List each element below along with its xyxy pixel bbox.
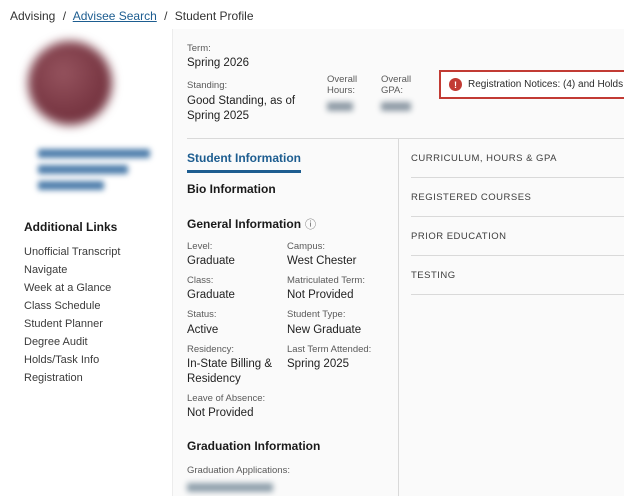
sidebar-link-registration[interactable]: Registration	[24, 373, 172, 384]
breadcrumb-advisee-search-link[interactable]: Advisee Search	[73, 9, 157, 23]
sidebar-link-student-planner[interactable]: Student Planner	[24, 319, 172, 330]
field-class: Class: Graduate	[187, 275, 287, 303]
field-student-type: Student Type: New Graduate	[287, 309, 398, 337]
sidebar-link-class-schedule[interactable]: Class Schedule	[24, 301, 172, 312]
accordion-testing[interactable]: TESTING	[411, 256, 624, 295]
accordion-label: PRIOR EDUCATION	[411, 230, 507, 242]
bio-information-heading: Bio Information	[187, 181, 276, 196]
field-label: Leave of Absence:	[187, 392, 266, 404]
main-panel: Term: Spring 2026 Standing: Good Standin…	[172, 29, 624, 496]
breadcrumb-student-profile: Student Profile	[174, 9, 254, 23]
field-campus: Campus: West Chester	[287, 241, 398, 269]
accordion-curriculum-hours-gpa[interactable]: CURRICULUM, HOURS & GPA	[411, 139, 624, 178]
breadcrumb-separator: /	[164, 9, 168, 23]
field-leave-of-absence: Leave of Absence: Not Provided	[187, 393, 287, 421]
field-residency: Residency: In-State Billing & Residency	[187, 344, 287, 387]
sidebar: Additional Links Unofficial Transcript N…	[0, 29, 172, 496]
overall-hours-block: Overall Hours:	[327, 74, 381, 124]
field-value: New Graduate	[287, 323, 362, 336]
field-value: Graduate	[187, 254, 235, 267]
overall-hours-label: Overall Hours:	[327, 74, 358, 97]
sidebar-link-degree-audit[interactable]: Degree Audit	[24, 337, 172, 348]
field-label: Last Term Attended:	[287, 343, 372, 355]
field-label: Level:	[187, 240, 213, 252]
field-label: Matriculated Term:	[287, 274, 365, 286]
general-information-heading: General Information ⓘ	[187, 216, 317, 232]
field-matriculated-term: Matriculated Term: Not Provided	[287, 275, 398, 303]
general-information-fields: Level: Graduate Campus: West Chester Cla…	[187, 241, 398, 428]
redacted-name-line	[38, 181, 104, 190]
field-status: Status: Active	[187, 309, 287, 337]
info-icon[interactable]: ⓘ	[305, 216, 316, 232]
redacted-overall-gpa-value	[381, 101, 411, 111]
breadcrumb-separator: /	[62, 9, 67, 23]
additional-links-title: Additional Links	[24, 220, 118, 234]
sidebar-link-unofficial-transcript[interactable]: Unofficial Transcript	[24, 247, 172, 258]
breadcrumb: Advising / Advisee Search / Student Prof…	[0, 0, 624, 29]
field-value: Not Provided	[187, 407, 254, 420]
sidebar-link-holds-task-info[interactable]: Holds/Task Info	[24, 355, 172, 366]
summary-header: Term: Spring 2026 Standing: Good Standin…	[187, 29, 624, 139]
term-label: Term:	[187, 43, 211, 54]
field-value: Not Provided	[287, 289, 354, 302]
sidebar-link-week-at-a-glance[interactable]: Week at a Glance	[24, 283, 172, 294]
redacted-name-line	[38, 149, 150, 158]
redacted-overall-hours-value	[327, 101, 353, 111]
student-profile-page: Advising / Advisee Search / Student Prof…	[0, 0, 624, 496]
field-label: Campus:	[287, 240, 326, 252]
term-value: Spring 2026	[187, 57, 250, 70]
overall-gpa-label: Overall GPA:	[381, 74, 412, 97]
graduation-applications-label: Graduation Applications:	[187, 465, 290, 477]
field-level: Level: Graduate	[187, 241, 287, 269]
field-value: Spring 2025	[287, 357, 350, 370]
redacted-student-name	[38, 149, 172, 190]
accordion-registered-courses[interactable]: REGISTERED COURSES	[411, 178, 624, 217]
field-label: Student Type:	[287, 309, 346, 321]
field-value: West Chester	[287, 254, 357, 267]
field-label: Class:	[187, 274, 214, 286]
registration-notices-holds-alert[interactable]: ! Registration Notices: (4) and Holds: (…	[439, 70, 624, 99]
notice-text: Registration Notices: (4) and Holds: (2)	[468, 79, 624, 90]
standing-label: Standing:	[187, 80, 228, 92]
term-standing-block: Term: Spring 2026 Standing: Good Standin…	[187, 43, 327, 124]
accordion-label: TESTING	[411, 269, 456, 281]
field-label: Status:	[187, 309, 217, 321]
alert-icon: !	[449, 78, 462, 91]
field-empty	[287, 393, 398, 421]
field-label: Residency:	[187, 343, 234, 355]
breadcrumb-advising: Advising	[10, 9, 56, 23]
accordion-column: CURRICULUM, HOURS & GPA REGISTERED COURS…	[398, 138, 624, 496]
tab-student-information[interactable]: Student Information	[187, 151, 301, 173]
graduation-information-heading: Graduation Information	[187, 439, 321, 454]
field-value: Active	[187, 323, 219, 336]
sidebar-link-navigate[interactable]: Navigate	[24, 265, 172, 276]
avatar	[28, 41, 112, 125]
standing-value: Good Standing, as of Spring 2025	[187, 94, 296, 122]
redacted-graduation-applications-value	[187, 482, 273, 492]
accordion-label: REGISTERED COURSES	[411, 191, 532, 203]
accordion-prior-education[interactable]: PRIOR EDUCATION	[411, 217, 624, 256]
field-value: In-State Billing & Residency	[187, 357, 273, 385]
field-value: Graduate	[187, 289, 235, 302]
redacted-name-line	[38, 165, 128, 174]
student-information-column: Student Information Bio Information Gene…	[187, 139, 398, 496]
field-last-term-attended: Last Term Attended: Spring 2025	[287, 344, 398, 387]
sidebar-links: Unofficial Transcript Navigate Week at a…	[24, 247, 172, 384]
accordion-label: CURRICULUM, HOURS & GPA	[411, 152, 557, 164]
overall-gpa-block: Overall GPA:	[381, 74, 439, 124]
